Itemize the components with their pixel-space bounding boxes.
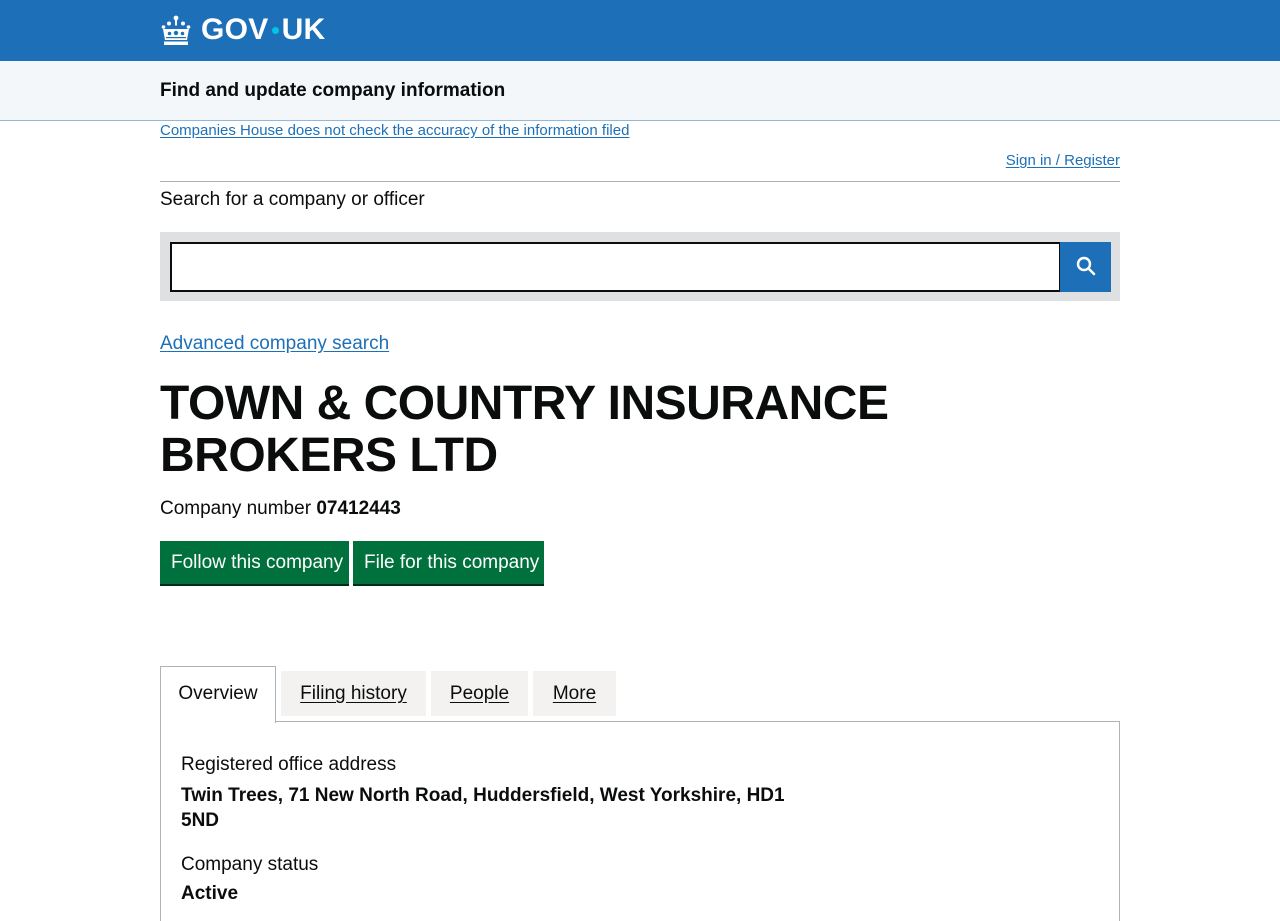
company-name-heading: TOWN & COUNTRY INSURANCE BROKERS LTD xyxy=(160,377,889,482)
tab-people[interactable]: People xyxy=(431,671,528,716)
divider xyxy=(160,181,1120,182)
advanced-search-link[interactable]: Advanced company search xyxy=(160,332,389,356)
registered-office-label: Registered office address xyxy=(181,754,397,775)
govuk-logotype: GOV UK xyxy=(201,12,326,48)
company-number: Company number 07412443 xyxy=(160,497,401,521)
search-label: Search for a company or officer xyxy=(160,189,425,210)
registered-office-address-line2: 5ND xyxy=(181,810,220,831)
service-header: Find and update company information xyxy=(0,61,1280,121)
tab-filing-history[interactable]: Filing history xyxy=(281,671,426,716)
service-name-link[interactable]: Find and update company information xyxy=(160,79,505,103)
govuk-header: GOV UK xyxy=(0,0,1280,61)
company-number-value: 07412443 xyxy=(316,498,401,519)
logo-text-gov: GOV xyxy=(201,13,269,46)
company-number-label: Company number xyxy=(160,498,312,519)
follow-company-button[interactable]: Follow this company xyxy=(160,541,349,584)
sign-in-register-link[interactable]: Sign in / Register xyxy=(1006,152,1120,170)
tab-more[interactable]: More xyxy=(533,671,616,716)
company-tabs: Overview Filing history People More xyxy=(160,666,1120,723)
company-status-value: Active xyxy=(181,883,239,904)
search-button[interactable] xyxy=(1060,242,1111,292)
registered-office-address-line1: Twin Trees, 71 New North Road, Huddersfi… xyxy=(181,785,785,806)
logo-text-uk: UK xyxy=(281,13,326,46)
file-for-company-button[interactable]: File for this company xyxy=(353,541,544,584)
logo-dot xyxy=(271,26,279,34)
company-status-label: Company status xyxy=(181,854,319,875)
search-icon xyxy=(1076,256,1096,279)
govuk-logo[interactable]: GOV UK xyxy=(160,12,326,48)
search-form xyxy=(160,232,1120,301)
crown-icon xyxy=(160,15,192,46)
search-input[interactable] xyxy=(170,242,1061,292)
accuracy-disclaimer-link[interactable]: Companies House does not check the accur… xyxy=(160,122,629,140)
overview-panel: Registered office address Twin Trees, 71… xyxy=(160,721,1120,921)
tab-overview[interactable]: Overview xyxy=(160,666,276,723)
